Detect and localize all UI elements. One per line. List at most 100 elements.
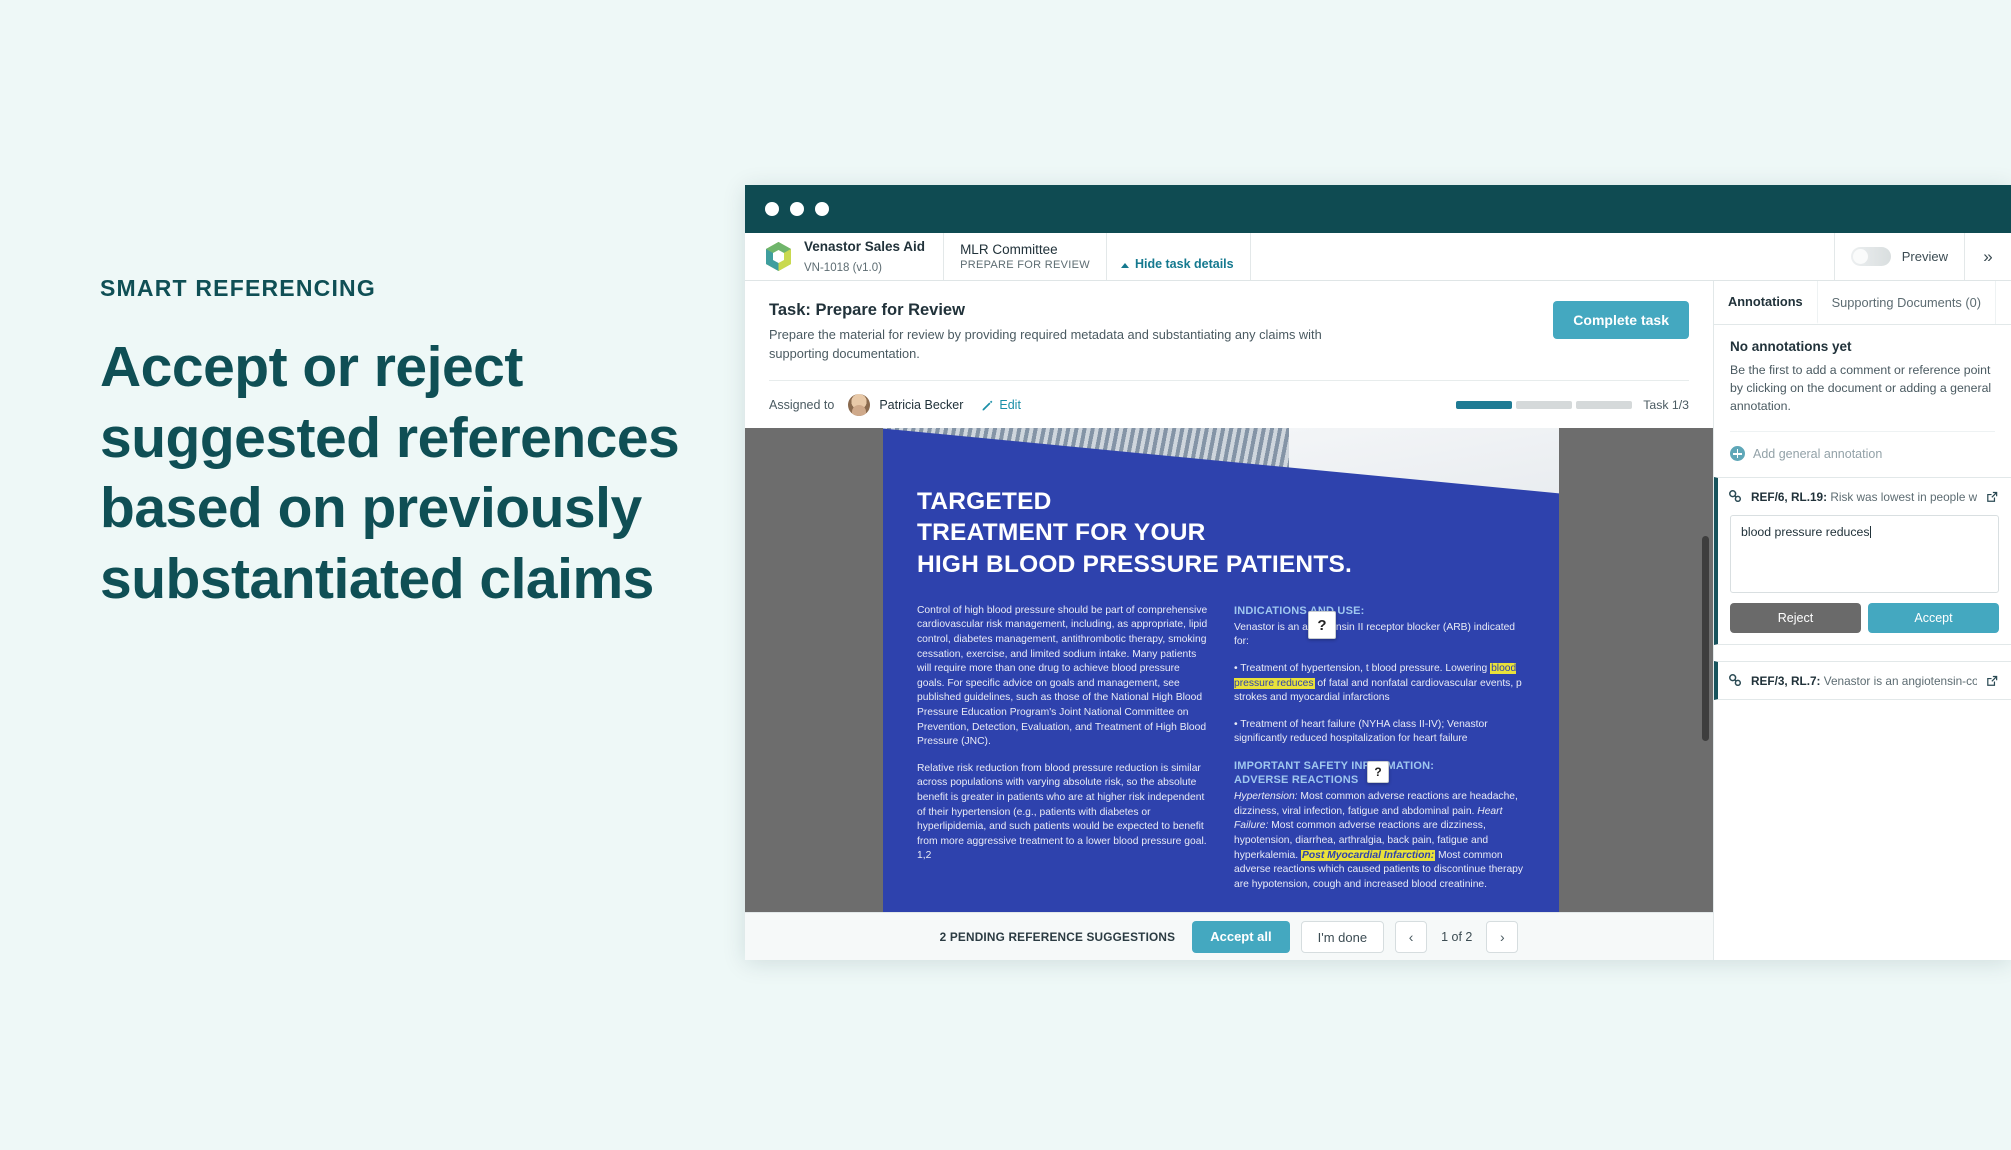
edit-assignee-button[interactable]: Edit bbox=[981, 398, 1021, 412]
breadcrumb-doc-title: Venastor Sales Aid bbox=[804, 238, 926, 254]
document-page: TARGETED TREATMENT FOR YOUR HIGH BLOOD P… bbox=[883, 428, 1559, 912]
document-columns: Control of high blood pressure should be… bbox=[917, 604, 1525, 905]
assigned-to-label: Assigned to bbox=[769, 398, 835, 413]
progress-bar bbox=[1456, 401, 1633, 410]
pending-count-label: 2 PENDING REFERENCE SUGGESTIONS bbox=[939, 929, 1176, 944]
app-logo-icon bbox=[765, 241, 792, 272]
document-scrollbar[interactable] bbox=[1702, 536, 1709, 742]
window-titlebar bbox=[745, 185, 2011, 233]
document-viewer[interactable]: TARGETED TREATMENT FOR YOUR HIGH BLOOD P… bbox=[745, 428, 1713, 912]
reject-button[interactable]: Reject bbox=[1730, 603, 1861, 634]
add-general-annotation-button[interactable]: Add general annotation bbox=[1730, 431, 1995, 462]
external-link-icon[interactable] bbox=[1985, 490, 1999, 504]
reference-suggestion-actions: Reject Accept bbox=[1718, 603, 2011, 644]
marketing-copy: SMART REFERENCING Accept or reject sugge… bbox=[100, 275, 700, 615]
doc-heading-line3: HIGH BLOOD PRESSURE PATIENTS. bbox=[917, 550, 1353, 578]
reference-suggestion-header[interactable]: REF/6, RL.19: Risk was lowest in people … bbox=[1718, 478, 2011, 515]
reference-suggestions-bar: 2 PENDING REFERENCE SUGGESTIONS Accept a… bbox=[745, 912, 1713, 960]
annotations-empty-state: No annotations yet Be the first to add a… bbox=[1714, 325, 2011, 415]
assignment-row: Assigned to Patricia Becker Edit Task 1/… bbox=[769, 380, 1689, 428]
document-column-right: INDICATIONS AND USE: Venastor is an angi… bbox=[1234, 604, 1525, 905]
app-window: Venastor Sales Aid VN-1018 (v1.0) MLR Co… bbox=[745, 185, 2011, 960]
empty-state-title: No annotations yet bbox=[1730, 339, 1852, 354]
tab-supporting-documents[interactable]: Supporting Documents (0) bbox=[1818, 281, 1997, 324]
add-annotation-label: Add general annotation bbox=[1753, 446, 1883, 461]
claim-highlight-2[interactable]: Post Myocardial Infarction: bbox=[1300, 849, 1436, 861]
main-content: Task: Prepare for Review Prepare the mat… bbox=[745, 281, 2011, 960]
reference-suggestion-card[interactable]: REF/6, RL.19: Risk was lowest in people … bbox=[1714, 477, 2011, 646]
assignee-name: Patricia Becker bbox=[879, 398, 964, 413]
task-and-document-column: Task: Prepare for Review Prepare the mat… bbox=[745, 281, 1713, 960]
safety-body: Hypertension: Most common adverse reacti… bbox=[1234, 791, 1524, 890]
breadcrumb-spacer bbox=[1251, 233, 1835, 280]
question-badge-icon-2[interactable]: ? bbox=[1367, 761, 1389, 784]
reference-suggestion-text: REF/3, RL.7: Venastor is an angiotensin-… bbox=[1751, 673, 1977, 688]
eyebrow-label: SMART REFERENCING bbox=[100, 275, 376, 301]
im-done-button[interactable]: I'm done bbox=[1300, 920, 1385, 953]
external-link-icon[interactable] bbox=[1985, 674, 1999, 688]
window-maximize-icon[interactable] bbox=[815, 202, 829, 216]
pencil-icon bbox=[983, 400, 993, 411]
window-close-icon[interactable] bbox=[765, 202, 779, 216]
indications-intro: Venastor is an angiotensin II receptor b… bbox=[1234, 621, 1516, 648]
task-header: Task: Prepare for Review Prepare the mat… bbox=[745, 281, 1713, 363]
doc-heading-line1: TARGETED bbox=[917, 488, 1052, 516]
document-heading: TARGETED TREATMENT FOR YOUR HIGH BLOOD P… bbox=[917, 486, 1525, 579]
doc-heading-line2: TREATMENT FOR YOUR bbox=[917, 519, 1206, 547]
breadcrumb-stage-title: MLR Committee bbox=[960, 241, 1058, 257]
reference-suggestion-text: REF/6, RL.19: Risk was lowest in people … bbox=[1751, 489, 1977, 504]
task-progress: Task 1/3 bbox=[1456, 398, 1689, 412]
link-icon bbox=[1729, 490, 1742, 503]
progress-segment bbox=[1516, 401, 1573, 410]
suggestion-page-count: 1 of 2 bbox=[1441, 929, 1473, 944]
document-column-left: Control of high blood pressure should be… bbox=[917, 604, 1208, 905]
reference-suggestion-header[interactable]: REF/3, RL.7: Venastor is an angiotensin-… bbox=[1718, 662, 2011, 699]
tab-annotations[interactable]: Annotations bbox=[1714, 281, 1818, 324]
indications-bullet-2: • Treatment of heart failure (NYHA class… bbox=[1234, 718, 1488, 745]
chevron-up-icon bbox=[1120, 263, 1129, 268]
doc-paragraph: Relative risk reduction from blood press… bbox=[917, 762, 1207, 862]
accept-button[interactable]: Accept bbox=[1868, 603, 1999, 634]
edit-label: Edit bbox=[999, 398, 1021, 413]
indications-heading: INDICATIONS AND USE: bbox=[1234, 604, 1365, 617]
text-caret bbox=[1869, 526, 1871, 539]
avatar bbox=[848, 394, 871, 417]
page-root: SMART REFERENCING Accept or reject sugge… bbox=[0, 0, 2011, 1150]
safety-heading-line1: IMPORTANT SAFETY INFORMATION: bbox=[1234, 760, 1435, 773]
hide-task-details-tab[interactable]: Hide task details bbox=[1107, 233, 1251, 280]
page-title: Accept or reject suggested references ba… bbox=[100, 335, 680, 612]
expand-panel-icon[interactable]: » bbox=[1965, 233, 2011, 280]
empty-state-body: Be the first to add a comment or referen… bbox=[1730, 363, 1992, 413]
plus-icon bbox=[1730, 446, 1745, 462]
progress-segment bbox=[1576, 401, 1633, 410]
breadcrumb: Venastor Sales Aid VN-1018 (v1.0) MLR Co… bbox=[745, 233, 2011, 281]
doc-paragraph: Control of high blood pressure should be… bbox=[917, 604, 1208, 748]
breadcrumb-doc-code: VN-1018 (v1.0) bbox=[804, 261, 882, 274]
accept-all-button[interactable]: Accept all bbox=[1192, 920, 1290, 953]
breadcrumb-stage-sub: PREPARE FOR REVIEW bbox=[960, 259, 1090, 272]
annotations-panel: Annotations Supporting Documents (0) No … bbox=[1713, 281, 2011, 960]
complete-task-button[interactable]: Complete task bbox=[1553, 301, 1689, 339]
breadcrumb-stage[interactable]: MLR Committee PREPARE FOR REVIEW bbox=[944, 233, 1107, 280]
breadcrumb-document[interactable]: Venastor Sales Aid VN-1018 (v1.0) bbox=[745, 233, 945, 280]
preview-label: Preview bbox=[1901, 249, 1948, 264]
next-suggestion-button[interactable]: › bbox=[1486, 920, 1519, 953]
task-title: Task: Prepare for Review bbox=[769, 301, 965, 319]
preview-toggle[interactable] bbox=[1850, 247, 1891, 266]
task-description: Prepare the material for review by provi… bbox=[769, 327, 1322, 362]
indications-bullet-1: • Treatment of hypertension, t blood pre… bbox=[1234, 663, 1522, 704]
reference-suggestion-input[interactable]: blood pressure reduces bbox=[1730, 515, 1999, 594]
progress-label: Task 1/3 bbox=[1643, 398, 1689, 413]
safety-heading-line2: ADVERSE REACTIONS bbox=[1234, 774, 1359, 787]
window-minimize-icon[interactable] bbox=[790, 202, 804, 216]
previous-suggestion-button[interactable]: ‹ bbox=[1395, 920, 1428, 953]
question-badge-icon[interactable]: ? bbox=[1308, 611, 1336, 640]
preview-toggle-group[interactable]: Preview bbox=[1835, 233, 1965, 280]
annotations-panel-filler bbox=[1714, 700, 2011, 960]
link-icon bbox=[1729, 674, 1742, 687]
annotations-tabs: Annotations Supporting Documents (0) bbox=[1714, 281, 2011, 325]
reference-suggestion-card[interactable]: REF/3, RL.7: Venastor is an angiotensin-… bbox=[1714, 661, 2011, 701]
document-body: TARGETED TREATMENT FOR YOUR HIGH BLOOD P… bbox=[883, 428, 1559, 904]
progress-segment bbox=[1456, 401, 1513, 410]
hide-task-details-label: Hide task details bbox=[1134, 257, 1234, 271]
